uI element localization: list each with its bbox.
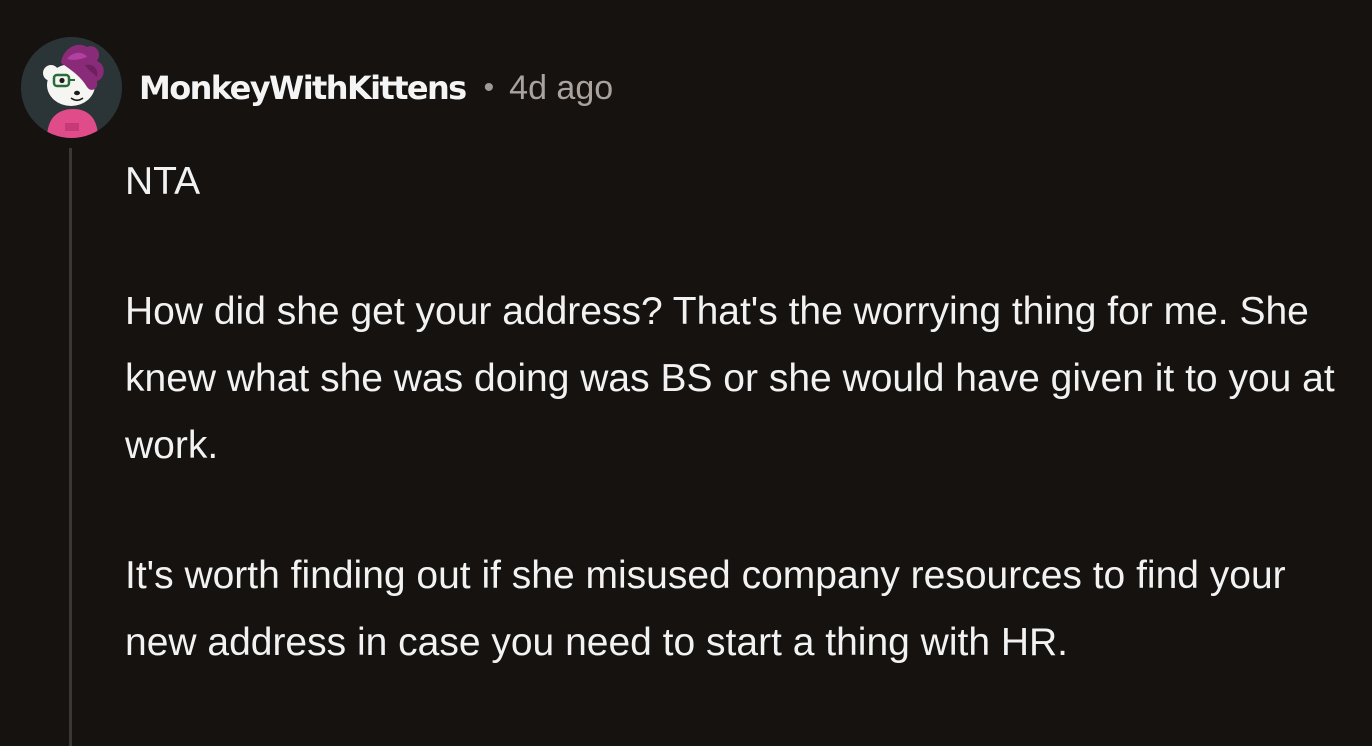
comment-meta: MonkeyWithKittens • 4d ago [139,64,613,112]
comment-paragraph: It's worth finding out if she misused co… [125,554,1286,664]
thread-collapse-line[interactable] [69,148,72,746]
comment: MonkeyWithKittens • 4d ago NTA How did s… [0,0,1372,746]
comment-paragraph: How did she get your address? That's the… [125,290,1335,467]
avatar[interactable] [21,37,122,138]
meta-separator: • [483,71,495,104]
timestamp[interactable]: 4d ago [509,69,613,108]
comment-body: NTA How did she get your address? That's… [125,148,1355,676]
cartoon-avatar-icon [21,37,122,138]
username-link[interactable]: MonkeyWithKittens [139,69,467,107]
comment-paragraph: NTA [125,160,201,203]
